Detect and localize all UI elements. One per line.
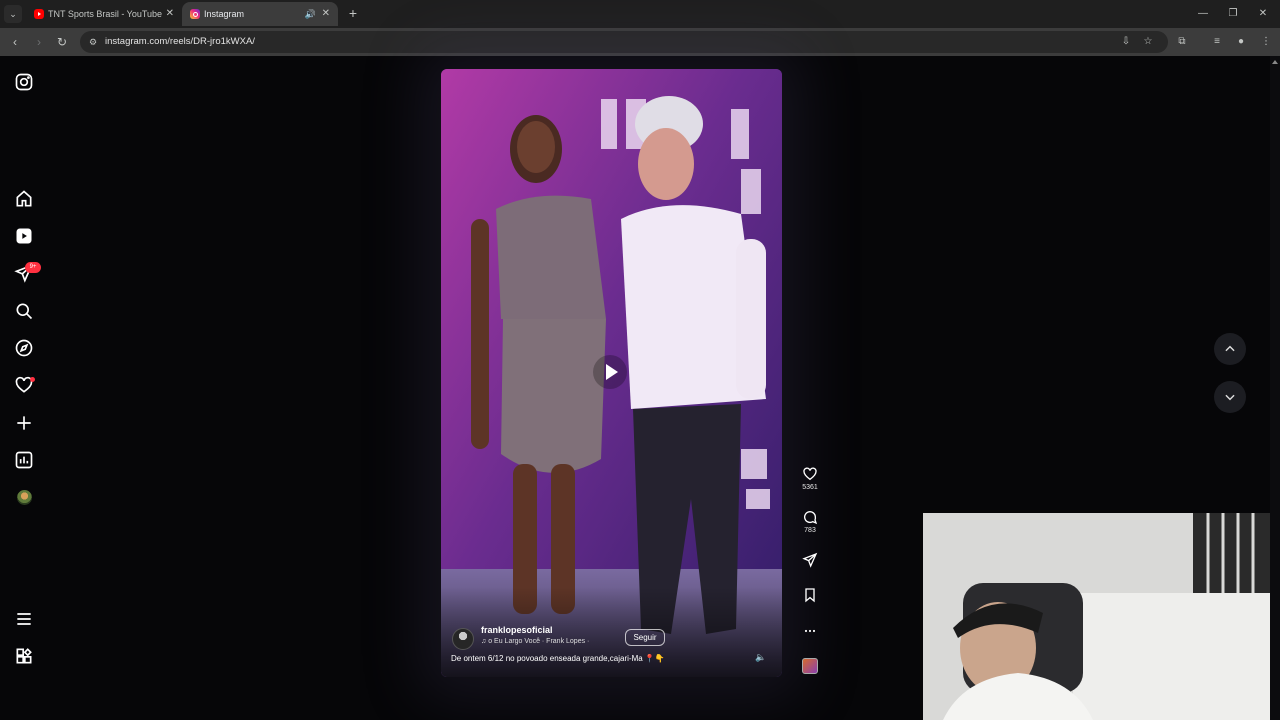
share-button[interactable] <box>796 552 824 568</box>
minimize-button[interactable]: — <box>1188 0 1218 28</box>
comment-count: 783 <box>804 527 816 534</box>
audio-track-label: o Eu Largo Você · Frank Lopes · <box>488 638 590 645</box>
instagram-logo-icon[interactable] <box>14 72 34 92</box>
plus-icon[interactable] <box>14 413 34 433</box>
install-app-icon[interactable]: ⇩ <box>1119 35 1133 49</box>
play-icon[interactable] <box>593 355 627 389</box>
mute-icon[interactable]: 🔈 <box>753 649 769 665</box>
chevron-up-icon <box>1225 345 1235 352</box>
reload-button[interactable]: ↻ <box>53 33 71 51</box>
back-button[interactable]: ‹ <box>6 33 24 51</box>
send-icon <box>802 552 818 568</box>
scroll-up-arrow[interactable] <box>1272 60 1278 64</box>
notification-dot <box>30 377 35 382</box>
tab-close-icon[interactable]: ✕ <box>166 2 174 26</box>
home-icon[interactable] <box>14 189 34 209</box>
profile-icon[interactable]: ● <box>1233 34 1249 50</box>
comment-icon <box>804 511 818 525</box>
audio-thumbnail[interactable] <box>802 658 818 674</box>
instagram-icon <box>190 9 200 19</box>
bookmark-star-icon[interactable]: ☆ <box>1141 35 1155 49</box>
instagram-page: 9+ franklopesoficial ♫ o Eu Largo Você ·… <box>0 56 1280 720</box>
author-avatar[interactable] <box>452 628 474 650</box>
new-tab-button[interactable]: + <box>346 4 360 22</box>
heart-icon <box>803 467 817 481</box>
comment-button[interactable]: 783 <box>796 509 824 534</box>
extensions-icon[interactable]: ⧉ <box>1174 34 1190 50</box>
tab-close-icon[interactable]: ✕ <box>322 2 330 26</box>
tab-youtube[interactable]: TNT Sports Brasil - YouTube ✕ <box>26 2 182 26</box>
url-text[interactable]: instagram.com/reels/DR-jro1kWXA/ <box>105 31 255 53</box>
site-info-icon[interactable]: ⚙ <box>86 35 100 49</box>
save-button[interactable] <box>796 587 824 603</box>
reel-video[interactable]: franklopesoficial ♫ o Eu Largo Você · Fr… <box>441 69 782 677</box>
meta-icon[interactable] <box>14 646 34 666</box>
address-bar[interactable]: ⚙ instagram.com/reels/DR-jro1kWXA/ ⇩ ☆ <box>80 31 1168 53</box>
tab-title: Instagram <box>204 9 245 19</box>
explore-icon[interactable] <box>14 338 34 358</box>
like-count: 5361 <box>802 484 818 491</box>
close-window-button[interactable]: ✕ <box>1248 0 1278 28</box>
menu-icon[interactable] <box>14 609 34 629</box>
more-icon <box>804 629 816 633</box>
tab-audio-icon[interactable]: 🔊 <box>305 2 316 26</box>
tab-title: TNT Sports Brasil - YouTube <box>48 9 163 19</box>
webcam-image <box>923 513 1280 720</box>
follow-button[interactable]: Seguir <box>625 629 665 646</box>
reel-caption[interactable]: De ontem 6/12 no povoado enseada grande,… <box>451 654 665 663</box>
chevron-down-icon <box>1225 394 1235 401</box>
next-reel-button[interactable] <box>1214 381 1246 413</box>
webcam-overlay <box>923 513 1280 720</box>
browser-tab-bar: ⌄ TNT Sports Brasil - YouTube ✕ Instagra… <box>0 0 1280 28</box>
tab-list-button[interactable]: ⌄ <box>4 5 22 23</box>
browser-toolbar: ‹ › ↻ ⚙ instagram.com/reels/DR-jro1kWXA/… <box>0 28 1280 56</box>
bookmark-icon <box>805 588 815 603</box>
page-scrollbar[interactable] <box>1270 56 1280 720</box>
author-username[interactable]: franklopesoficial <box>481 625 553 635</box>
messages-badge: 9+ <box>25 262 41 273</box>
like-button[interactable]: 5361 <box>796 466 824 491</box>
forward-button[interactable]: › <box>30 33 48 51</box>
sidebar-nav: 9+ <box>0 56 48 688</box>
browser-menu-icon[interactable]: ⋮ <box>1258 34 1274 50</box>
audio-track[interactable]: ♫ o Eu Largo Você · Frank Lopes · <box>481 638 589 645</box>
maximize-button[interactable]: ❐ <box>1218 0 1248 28</box>
dashboard-icon[interactable] <box>14 450 34 470</box>
search-icon[interactable] <box>14 301 34 321</box>
youtube-icon <box>34 9 44 19</box>
tab-instagram[interactable]: Instagram 🔊 ✕ <box>182 2 338 26</box>
more-options-button[interactable] <box>796 623 824 639</box>
previous-reel-button[interactable] <box>1214 333 1246 365</box>
avatar[interactable] <box>17 490 32 505</box>
media-control-icon[interactable]: ≡ <box>1209 34 1225 50</box>
reels-icon[interactable] <box>14 226 34 246</box>
